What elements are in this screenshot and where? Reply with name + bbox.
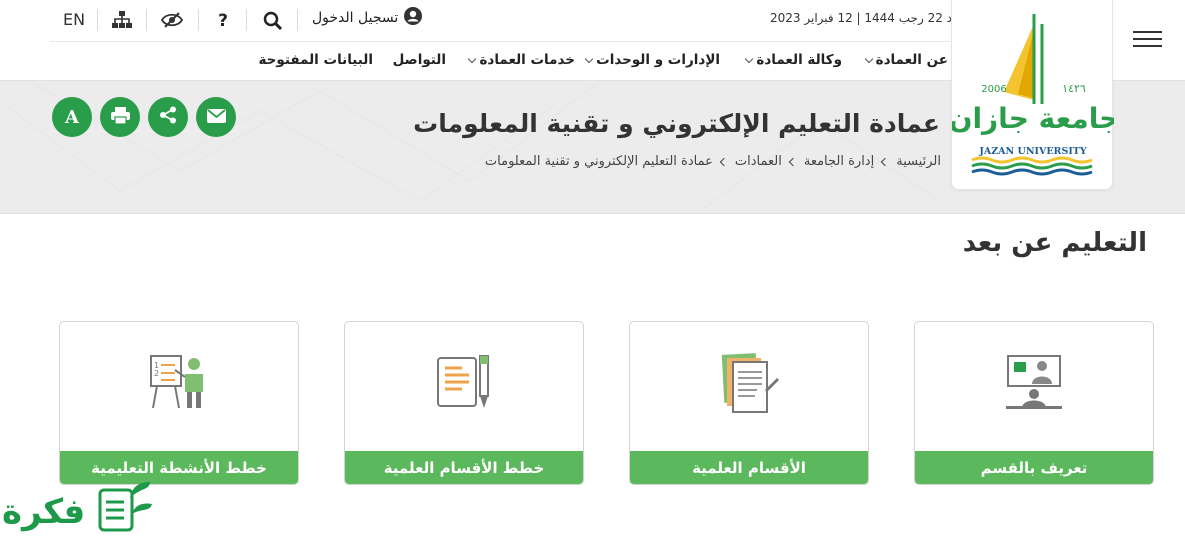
- section-title: التعليم عن بعد: [962, 228, 1147, 258]
- chevron-down-icon: [864, 54, 873, 63]
- chevron-down-icon: [745, 54, 754, 63]
- divider: [198, 9, 199, 31]
- university-logo[interactable]: ١٤٢٦ 2006 جامعة جازان JAZAN UNIVERSITY: [949, 0, 1119, 190]
- svg-text:?: ?: [218, 11, 228, 29]
- breadcrumb-item-deanships[interactable]: العمادات: [735, 154, 782, 169]
- login-link[interactable]: تسجيل الدخول: [312, 7, 423, 29]
- card-label: خطط الأقسام العلمية: [345, 451, 583, 484]
- menu-icon[interactable]: [1133, 31, 1162, 47]
- language-switch[interactable]: EN: [63, 10, 85, 29]
- documents-stack-icon: [630, 350, 868, 426]
- chevron-left-icon: [719, 157, 729, 166]
- share-icon: [159, 106, 177, 128]
- card-activity-plans[interactable]: 1 2 خطط الأنشطة التعليمية: [59, 321, 299, 485]
- sitemap-icon[interactable]: [111, 10, 133, 30]
- page-title: عمادة التعليم الإلكتروني و تقنية المعلوم…: [413, 109, 940, 138]
- nav-item-contact[interactable]: التواصل: [393, 52, 446, 68]
- date-text: الأحد 22 رجب 1444 | 12 فبراير 2023: [770, 11, 971, 25]
- chevron-left-icon: [880, 157, 890, 166]
- nav-item-vice-deanship[interactable]: وكالة العمادة: [745, 52, 842, 68]
- print-icon: [110, 106, 130, 128]
- login-label: تسجيل الدخول: [312, 10, 399, 26]
- breadcrumb-item-current: عمادة التعليم الإلكتروني و تقنية المعلوم…: [484, 154, 713, 169]
- card-about-department[interactable]: تعريف بالقسم: [914, 321, 1154, 485]
- divider: [97, 9, 98, 31]
- plan-document-icon: [345, 350, 583, 426]
- card-label: تعريف بالقسم: [915, 451, 1153, 484]
- email-share-button[interactable]: [196, 97, 236, 137]
- svg-text:JAZAN UNIVERSITY: JAZAN UNIVERSITY: [978, 146, 1086, 157]
- teacher-board-icon: 1 2: [60, 350, 298, 426]
- breadcrumb-item-university-admin[interactable]: إدارة الجامعة: [804, 154, 874, 169]
- share-button[interactable]: [148, 97, 188, 137]
- font-size-button[interactable]: A: [52, 97, 92, 137]
- divider: [297, 9, 298, 31]
- svg-text:١٤٢٦: ١٤٢٦: [1062, 82, 1086, 95]
- breadcrumb-item-home[interactable]: الرئيسية: [896, 154, 941, 169]
- card-scientific-departments[interactable]: الأقسام العلمية: [629, 321, 869, 485]
- nav-item-open-data[interactable]: البيانات المفتوحة: [258, 52, 373, 68]
- online-teaching-icon: [915, 350, 1153, 426]
- nav-item-services[interactable]: خدمات العمادة: [468, 52, 575, 68]
- svg-text:2006: 2006: [981, 84, 1006, 95]
- eye-slash-icon[interactable]: [161, 10, 183, 30]
- user-icon: [404, 7, 423, 29]
- svg-text:جامعة جازان: جامعة جازان: [952, 102, 1114, 135]
- card-label: الأقسام العلمية: [630, 451, 868, 484]
- nav-item-about[interactable]: عن العمادة: [864, 52, 948, 68]
- chevron-left-icon: [788, 157, 798, 166]
- print-button[interactable]: [100, 97, 140, 137]
- divider: [146, 9, 147, 31]
- search-icon[interactable]: [261, 10, 283, 30]
- divider: [246, 9, 247, 31]
- watermark-text: فكرة: [2, 492, 86, 532]
- breadcrumb: الرئيسية إدارة الجامعة العمادات عمادة ال…: [485, 154, 941, 169]
- divider: [50, 41, 950, 42]
- jazan-university-logo-icon: ١٤٢٦ 2006 جامعة جازان JAZAN UNIVERSITY: [949, 14, 1119, 176]
- help-icon[interactable]: ?: [212, 10, 234, 30]
- card-department-plans[interactable]: خطط الأقسام العلمية: [344, 321, 584, 485]
- email-icon: [206, 108, 226, 127]
- svg-text:2: 2: [154, 369, 159, 378]
- chevron-down-icon: [468, 54, 477, 63]
- nav-item-departments-units[interactable]: الإدارات و الوحدات: [584, 52, 720, 68]
- chevron-down-icon: [584, 54, 594, 63]
- font-size-icon: A: [65, 106, 79, 128]
